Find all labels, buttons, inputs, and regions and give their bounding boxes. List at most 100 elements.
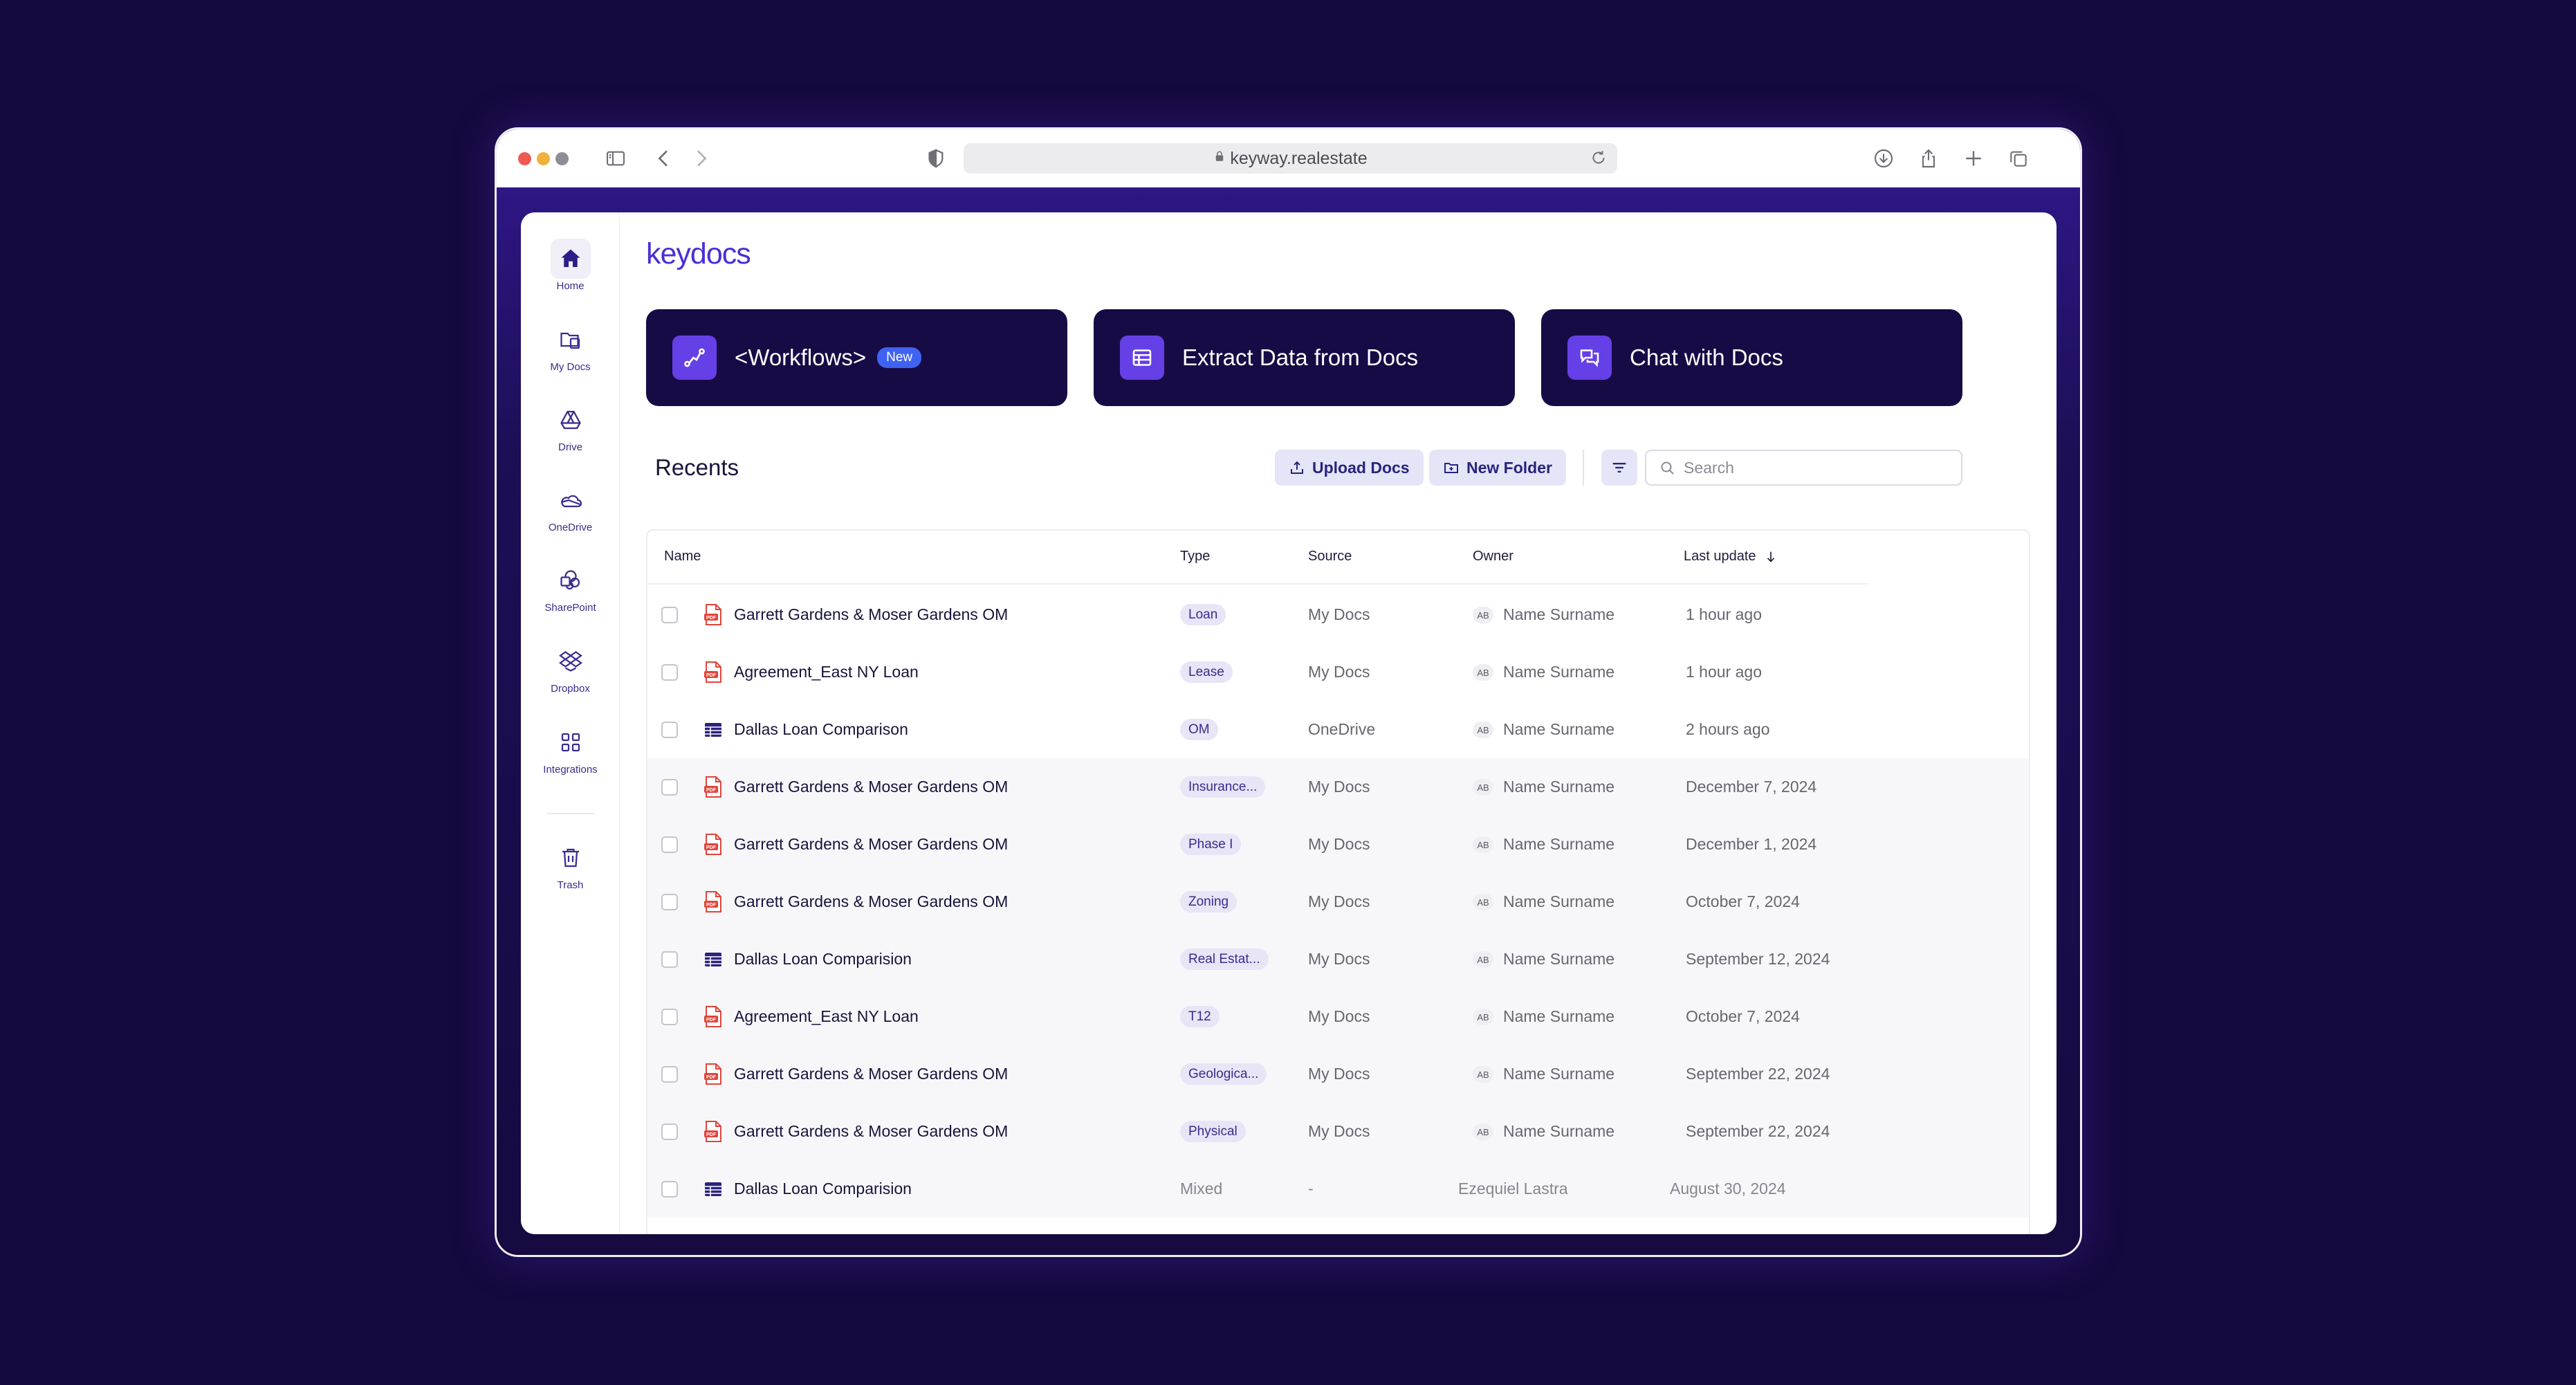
- file-name[interactable]: Garrett Gardens & Moser Gardens OM: [734, 605, 1008, 624]
- file-name[interactable]: Agreement_East NY Loan: [734, 663, 919, 681]
- row-checkbox[interactable]: [661, 894, 678, 910]
- type-tag[interactable]: Physical: [1180, 1121, 1246, 1142]
- column-header-source[interactable]: Source: [1308, 549, 1352, 565]
- table-row[interactable]: PDF Garrett Gardens & Moser Gardens OM Phy…: [647, 1103, 2029, 1160]
- file-name[interactable]: Garrett Gardens & Moser Gardens OM: [734, 835, 1008, 854]
- sidebar-item-my-docs[interactable]: My Docs: [521, 320, 620, 389]
- table-row[interactable]: Dallas Loan Comparision Mixed - Ezequiel La…: [647, 1160, 2029, 1218]
- table-row[interactable]: PDF Garrett Gardens & Moser Gardens OM Geo…: [647, 1045, 2029, 1103]
- file-name[interactable]: Garrett Gardens & Moser Gardens OM: [734, 1122, 1008, 1141]
- sidebar-item-label: SharePoint: [544, 602, 596, 614]
- row-checkbox[interactable]: [661, 1009, 678, 1025]
- sidebar-item-integrations[interactable]: Integrations: [521, 722, 620, 791]
- table-row[interactable]: PDF Garrett Gardens & Moser Gardens OM Ins…: [647, 758, 2029, 816]
- new-tab-icon[interactable]: [1960, 145, 1987, 172]
- row-checkbox[interactable]: [661, 951, 678, 968]
- search-box[interactable]: [1645, 450, 1962, 486]
- download-icon[interactable]: [1870, 145, 1897, 172]
- sharepoint-icon: [551, 560, 591, 600]
- column-header-owner[interactable]: Owner: [1473, 549, 1514, 565]
- table-row[interactable]: PDF Agreement_East NY Loan T12 My Docs AB Nam…: [647, 988, 2029, 1045]
- tab-overview-icon[interactable]: [2005, 145, 2032, 172]
- column-header-type[interactable]: Type: [1180, 549, 1210, 565]
- row-checkbox[interactable]: [661, 1066, 678, 1083]
- row-checkbox[interactable]: [661, 836, 678, 853]
- table-row[interactable]: PDF Garrett Gardens & Moser Gardens OM Loa…: [647, 586, 2029, 643]
- type-tag[interactable]: Lease: [1180, 661, 1233, 683]
- type-tag[interactable]: Insurance...: [1180, 776, 1266, 798]
- folder-plus-icon: [1444, 463, 1458, 473]
- table-row[interactable]: PDF Agreement_East NY Loan Lease My Docs AB N…: [647, 643, 2029, 701]
- column-header-last-update[interactable]: Last update: [1684, 549, 1778, 565]
- row-checkbox[interactable]: [661, 607, 678, 623]
- file-name[interactable]: Garrett Gardens & Moser Gardens OM: [734, 892, 1008, 911]
- file-last-update: 1 hour ago: [1686, 605, 1762, 623]
- sidebar-item-trash[interactable]: Trash: [521, 838, 620, 907]
- row-checkbox[interactable]: [661, 1181, 678, 1198]
- row-checkbox[interactable]: [661, 722, 678, 738]
- table-row[interactable]: PDF Garrett Gardens & Moser Gardens OM Pha…: [647, 816, 2029, 873]
- privacy-shield-icon[interactable]: [922, 145, 950, 172]
- forward-icon[interactable]: [687, 145, 715, 172]
- extract-data-card[interactable]: Extract Data from Docs: [1094, 309, 1515, 406]
- filter-button[interactable]: [1601, 450, 1637, 486]
- file-name[interactable]: Agreement_East NY Loan: [734, 1007, 919, 1026]
- file-owner: Name Surname: [1503, 950, 1615, 968]
- sort-descending-icon[interactable]: [1763, 549, 1778, 565]
- sidebar-item-home[interactable]: Home: [521, 239, 620, 308]
- row-checkbox[interactable]: [661, 779, 678, 796]
- file-name[interactable]: Dallas Loan Comparision: [734, 1180, 912, 1198]
- search-input[interactable]: [1684, 458, 1933, 477]
- spreadsheet-file-icon: [703, 719, 724, 741]
- svg-text:PDF: PDF: [706, 1018, 717, 1022]
- table-row[interactable]: Dallas Loan Comparison OM OneDrive AB Name S…: [647, 701, 2029, 758]
- file-source: My Docs: [1308, 1007, 1370, 1025]
- avatar: AB: [1473, 1066, 1493, 1083]
- file-source: My Docs: [1308, 605, 1370, 623]
- sidebar-item-onedrive[interactable]: OneDrive: [521, 480, 620, 549]
- type-tag[interactable]: Zoning: [1180, 891, 1238, 912]
- sidebar-item-label: Drive: [558, 441, 582, 453]
- reload-icon[interactable]: [1590, 149, 1609, 168]
- recents-title: Recents: [655, 455, 739, 480]
- new-folder-button[interactable]: New Folder: [1429, 450, 1566, 486]
- file-source: My Docs: [1308, 663, 1370, 681]
- file-last-update: August 30, 2024: [1670, 1180, 1786, 1198]
- close-window-button[interactable]: [518, 152, 531, 165]
- file-name[interactable]: Dallas Loan Comparison: [734, 720, 908, 739]
- svg-text:PDF: PDF: [706, 1132, 717, 1137]
- file-owner: Name Surname: [1503, 720, 1615, 738]
- type-tag[interactable]: Phase I: [1180, 834, 1242, 855]
- file-name[interactable]: Dallas Loan Comparision: [734, 950, 912, 969]
- sidebar-item-dropbox[interactable]: Dropbox: [521, 641, 620, 710]
- share-icon[interactable]: [1915, 145, 1942, 172]
- type-tag[interactable]: Geologica...: [1180, 1063, 1267, 1085]
- file-name[interactable]: Garrett Gardens & Moser Gardens OM: [734, 1065, 1008, 1083]
- dropbox-icon: [551, 641, 591, 681]
- file-name[interactable]: Garrett Gardens & Moser Gardens OM: [734, 778, 1008, 796]
- workflows-card[interactable]: <Workflows> New: [646, 309, 1067, 406]
- address-bar[interactable]: keyway.realestate: [964, 143, 1617, 174]
- sidebar-item-label: Trash: [557, 879, 584, 891]
- row-checkbox[interactable]: [661, 664, 678, 681]
- back-icon[interactable]: [650, 145, 678, 172]
- spreadsheet-file-icon: [703, 948, 724, 971]
- sidebar-item-drive[interactable]: Drive: [521, 400, 620, 469]
- minimize-window-button[interactable]: [537, 152, 550, 165]
- upload-docs-button[interactable]: Upload Docs: [1275, 450, 1424, 486]
- column-header-name[interactable]: Name: [664, 549, 701, 565]
- chat-with-docs-card[interactable]: Chat with Docs: [1541, 309, 1962, 406]
- table-row[interactable]: PDF Garrett Gardens & Moser Gardens OM Zon…: [647, 873, 2029, 930]
- type-tag[interactable]: Loan: [1180, 604, 1226, 625]
- sidebar-item-label: Dropbox: [551, 683, 590, 695]
- type-tag[interactable]: OM: [1180, 719, 1218, 740]
- type-tag[interactable]: T12: [1180, 1006, 1220, 1027]
- sidebar-item-sharepoint[interactable]: SharePoint: [521, 560, 620, 630]
- file-last-update: 1 hour ago: [1686, 663, 1762, 681]
- app-logo[interactable]: keydocs: [646, 237, 751, 271]
- row-checkbox[interactable]: [661, 1123, 678, 1140]
- type-tag[interactable]: Real Estat...: [1180, 948, 1269, 970]
- sidebar-toggle-icon[interactable]: [602, 145, 629, 172]
- table-row[interactable]: Dallas Loan Comparision Real Estat... My D…: [647, 930, 2029, 988]
- zoom-window-button[interactable]: [555, 152, 569, 165]
